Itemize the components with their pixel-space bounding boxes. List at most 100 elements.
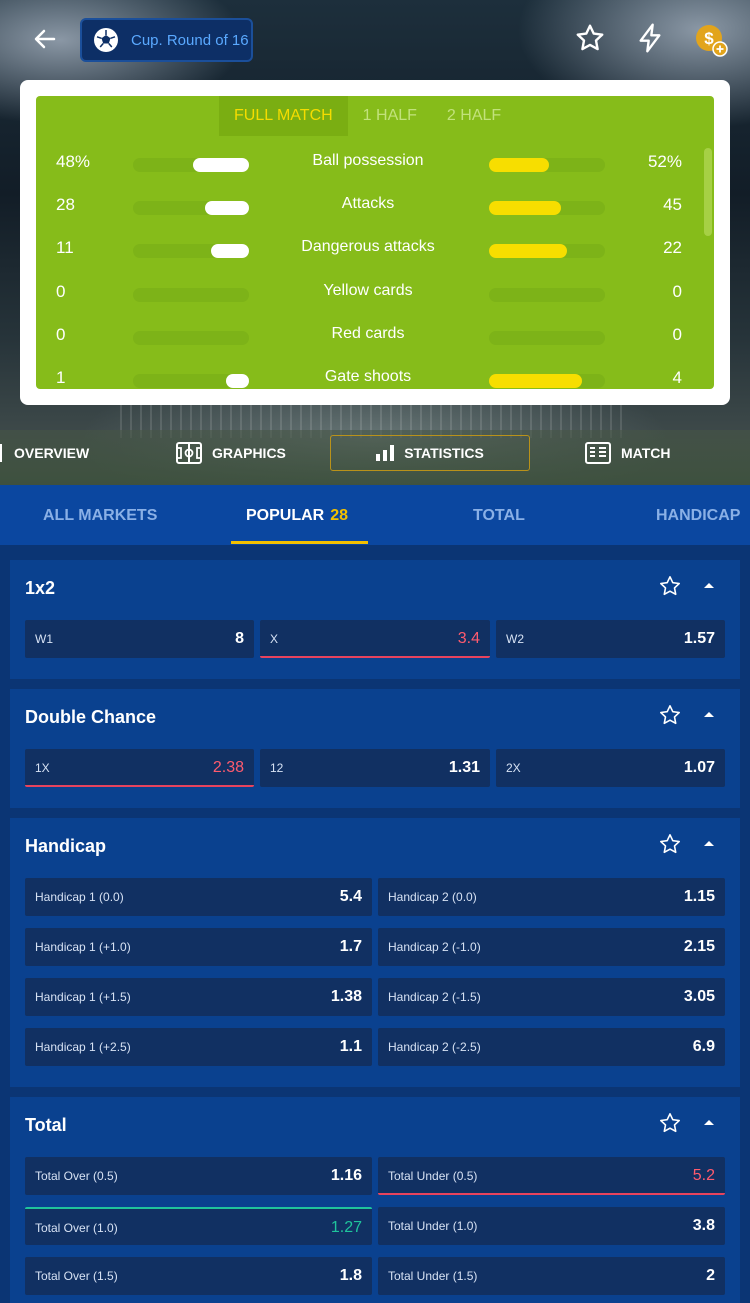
odd-button[interactable]: 12 1.31: [260, 749, 490, 787]
stats-panel: FULL MATCH 1 HALF 2 HALF 48% Ball posses…: [36, 96, 714, 389]
odd-button[interactable]: Total Over (1.0) 1.27: [25, 1207, 372, 1245]
tab-full-match[interactable]: FULL MATCH: [219, 96, 348, 136]
odd-label: Total Over (1.5): [35, 1269, 118, 1283]
deposit-button[interactable]: $: [693, 22, 729, 63]
home-bar-fill: [211, 244, 249, 258]
odd-button[interactable]: Handicap 1 (+2.5) 1.1: [25, 1028, 372, 1066]
home-value: 48%: [56, 152, 91, 171]
odd-value: 1.07: [683, 759, 715, 776]
odd-label: Total Under (1.5): [388, 1269, 478, 1283]
odd-button[interactable]: W2 1.57: [496, 620, 725, 658]
collapse-button[interactable]: [702, 707, 716, 726]
stat-name: Gate shoots: [324, 368, 412, 385]
market-title: Total: [25, 1115, 67, 1135]
coin-plus-icon: $: [696, 25, 728, 57]
odd-button[interactable]: X 3.4: [260, 620, 490, 658]
market-title: 1x2: [25, 578, 56, 598]
tab-popular-label: POPULAR: [246, 507, 325, 524]
odd-button[interactable]: Handicap 2 (-2.5) 6.9: [378, 1028, 725, 1066]
market-favorite-button[interactable]: [658, 703, 682, 732]
tab-overview-label: OVERVIEW: [14, 445, 90, 461]
home-bar: [133, 201, 249, 215]
competition-label: Cup. Round of 16: [131, 31, 249, 49]
period-tabs: FULL MATCH 1 HALF 2 HALF: [219, 96, 516, 136]
odd-label: Handicap 1 (+2.5): [35, 1040, 131, 1054]
tab-all-markets[interactable]: ALL MARKETS: [43, 507, 157, 525]
market-favorite-button[interactable]: [658, 832, 682, 861]
collapse-button[interactable]: [702, 836, 716, 855]
back-button[interactable]: [28, 22, 62, 56]
odd-label: X: [270, 632, 279, 646]
away-value: 22: [663, 238, 682, 257]
odd-value: 5.2: [692, 1167, 715, 1184]
away-value: 0: [672, 325, 682, 344]
stat-name: Yellow cards: [323, 282, 413, 299]
tab-statistics[interactable]: STATISTICS: [330, 435, 530, 471]
star-icon: [660, 576, 680, 596]
stats-scrollbar[interactable]: [704, 148, 712, 236]
market-favorite-button[interactable]: [658, 574, 682, 603]
odd-button[interactable]: Handicap 2 (-1.5) 3.05: [378, 978, 725, 1016]
odd-value: 1.16: [330, 1167, 362, 1184]
away-bar: [489, 158, 605, 172]
collapse-button[interactable]: [702, 1115, 716, 1134]
odd-button[interactable]: Total Under (0.5) 5.2: [378, 1157, 725, 1195]
top-bar: Cup. Round of 16 $: [0, 0, 750, 80]
tab-graphics[interactable]: GRAPHICS: [176, 435, 286, 471]
chevron-up-icon: [704, 841, 714, 846]
odd-button[interactable]: Total Under (1.0) 3.8: [378, 1207, 725, 1245]
tab-popular[interactable]: POPULAR 28: [246, 507, 348, 525]
market-favorite-button[interactable]: [658, 1111, 682, 1140]
tab-overview[interactable]: OVERVIEW: [0, 435, 89, 471]
odd-button[interactable]: W1 8: [25, 620, 254, 658]
away-bar-fill: [489, 158, 549, 172]
odd-label: Handicap 1 (0.0): [35, 890, 124, 904]
market-title: Handicap: [25, 836, 107, 856]
odd-button[interactable]: Total Over (1.5) 1.8: [25, 1257, 372, 1295]
odd-value: 1.38: [330, 988, 362, 1005]
odd-label: W2: [506, 632, 524, 646]
tab-handicap[interactable]: HANDICAP: [656, 507, 740, 525]
star-icon: [660, 705, 680, 725]
odd-button[interactable]: Handicap 1 (+1.5) 1.38: [25, 978, 372, 1016]
match-nav-tabs: OVERVIEW GRAPHICS STATISTICS MATCH: [0, 420, 750, 486]
odd-value: 2.38: [212, 759, 244, 776]
odd-label: 2X: [506, 761, 521, 775]
stat-row-gate-shoots: 1 Gate shoots 4: [36, 363, 714, 389]
home-value: 1: [56, 368, 66, 387]
markets-list: 1x2 W1 8 X 3.4 W2 1.57 Double Chance 1X 2.38…: [0, 545, 750, 1303]
away-bar-fill: [489, 374, 582, 388]
odd-button[interactable]: Total Over (0.5) 1.16: [25, 1157, 372, 1195]
arrow-left-icon: [34, 29, 56, 49]
odd-value: 2.15: [683, 938, 715, 955]
away-value: 0: [672, 282, 682, 301]
odd-value: 1.8: [339, 1267, 362, 1284]
stat-row-ball-possession: 48% Ball possession 52%: [36, 147, 714, 177]
odd-button[interactable]: Handicap 1 (0.0) 5.4: [25, 878, 372, 916]
odd-button[interactable]: Handicap 2 (0.0) 1.15: [378, 878, 725, 916]
odd-label: Total Under (1.0): [388, 1219, 478, 1233]
odd-button[interactable]: Handicap 1 (+1.0) 1.7: [25, 928, 372, 966]
favorite-button[interactable]: [574, 22, 606, 59]
home-bar-fill: [193, 158, 249, 172]
odd-button[interactable]: 2X 1.07: [496, 749, 725, 787]
tab-total[interactable]: TOTAL: [473, 507, 525, 525]
tab-1-half[interactable]: 1 HALF: [348, 96, 432, 136]
odd-label: Total Under (0.5): [388, 1169, 478, 1183]
away-bar: [489, 201, 605, 215]
tab-popular-count: 28: [330, 507, 349, 524]
stat-name: Attacks: [341, 195, 395, 212]
odd-button[interactable]: Handicap 2 (-1.0) 2.15: [378, 928, 725, 966]
market-tabs: ALL MARKETS POPULAR 28 TOTAL HANDICAP: [0, 485, 750, 545]
odd-button[interactable]: 1X 2.38: [25, 749, 254, 787]
competition-pill[interactable]: Cup. Round of 16: [80, 18, 253, 62]
away-bar: [489, 374, 605, 388]
tab-match[interactable]: MATCH: [585, 435, 671, 471]
odd-label: Total Over (1.0): [35, 1221, 118, 1235]
live-events-button[interactable]: [634, 22, 666, 59]
home-value: 28: [56, 195, 75, 214]
collapse-button[interactable]: [702, 578, 716, 597]
away-bar: [489, 244, 605, 258]
tab-2-half[interactable]: 2 HALF: [432, 96, 516, 136]
odd-button[interactable]: Total Under (1.5) 2: [378, 1257, 725, 1295]
